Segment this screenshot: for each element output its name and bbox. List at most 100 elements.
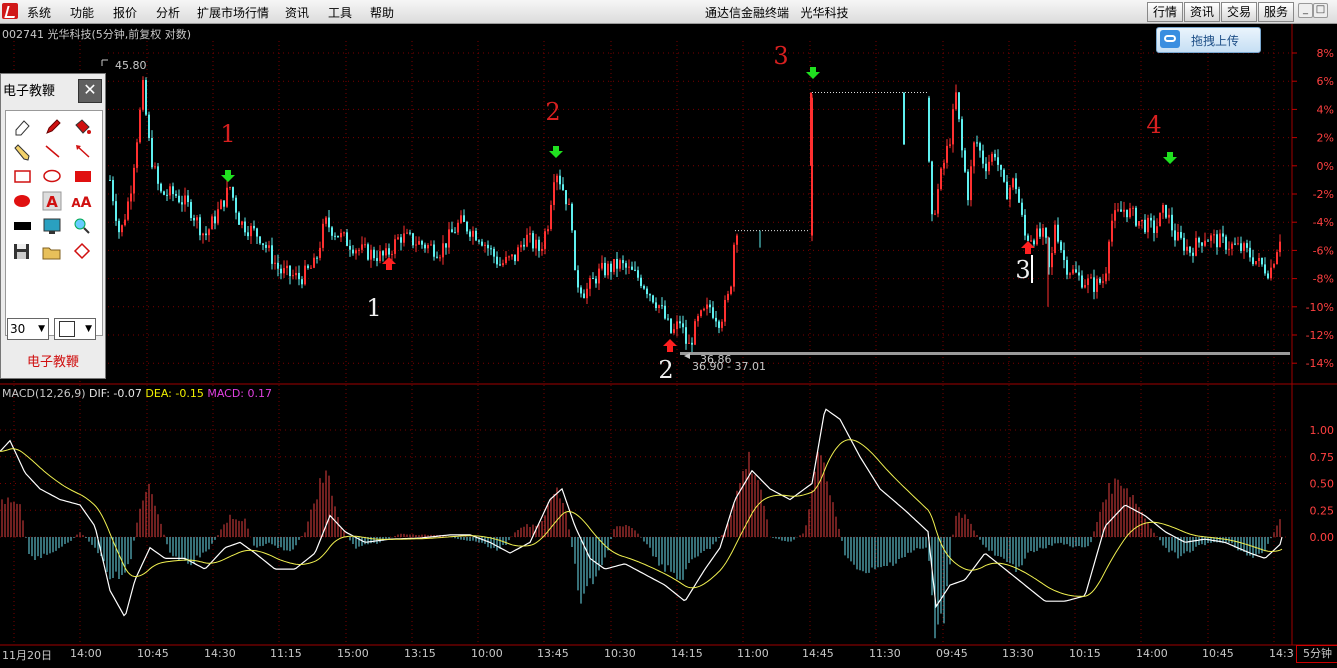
ellipse-fill-icon[interactable] — [10, 190, 34, 212]
macd-axis-label: 0.50 — [1310, 478, 1335, 491]
candle-body — [286, 265, 288, 269]
candle-body — [676, 321, 678, 330]
candle-body — [943, 162, 945, 169]
time-axis-label: 14:15 — [671, 647, 703, 660]
price-axis-label: -10% — [1306, 301, 1334, 314]
candle-body — [1198, 237, 1200, 243]
candle-body — [583, 293, 585, 299]
candle-body — [382, 251, 384, 256]
candle-body — [337, 235, 339, 238]
candle-body — [538, 239, 540, 251]
arrow-icon[interactable] — [70, 140, 94, 162]
candle-body — [1135, 207, 1137, 226]
candle-body — [553, 182, 555, 205]
candle-body — [1087, 278, 1089, 286]
candle-body — [484, 244, 486, 246]
signal-markers: 1 2 3 4 1 2 3 — [220, 42, 1177, 384]
candle-body — [1123, 209, 1125, 212]
candle-body — [997, 157, 999, 165]
rectangle-fill-icon[interactable] — [70, 165, 94, 187]
macd-axis-label: 0.75 — [1310, 451, 1335, 464]
candle-body — [688, 342, 690, 344]
color-block-icon[interactable] — [10, 215, 34, 237]
candle-body — [616, 259, 618, 269]
candle-body — [472, 230, 474, 237]
candle-body — [1129, 208, 1131, 218]
text-icon[interactable]: A — [40, 190, 64, 212]
candle-body — [217, 209, 219, 224]
time-axis-label: 11月20日 — [2, 649, 52, 662]
pen-panel: 电子教鞭 ✕ AAA 30 ▼ ▼ 电子教鞭 — [0, 73, 106, 379]
pencil-icon[interactable] — [10, 140, 34, 162]
candle-body — [520, 244, 522, 248]
candle-body — [1039, 228, 1041, 237]
buy-marker-label: 2 — [658, 356, 673, 384]
candle-body — [991, 153, 993, 162]
candle-body — [238, 212, 240, 225]
time-axis-label: 10:45 — [137, 647, 169, 660]
candle-body — [1162, 204, 1164, 213]
line-icon[interactable] — [40, 140, 64, 162]
sell-marker-label: 1 — [220, 120, 235, 148]
candle-body — [658, 305, 660, 309]
period-selector[interactable]: 5分钟 — [1296, 645, 1337, 663]
candle-body — [508, 256, 510, 258]
candle-body — [1168, 214, 1170, 218]
candle-body — [994, 153, 996, 158]
candle-body — [532, 233, 534, 249]
price-axis-label: 6% — [1317, 75, 1334, 88]
candle-body — [523, 244, 525, 247]
rectangle-outline-icon[interactable] — [10, 165, 34, 187]
candle-body — [232, 187, 234, 198]
time-axis-label: 13:15 — [404, 647, 436, 660]
candle-body — [652, 295, 654, 303]
open-icon[interactable] — [40, 240, 64, 262]
candle-body — [697, 316, 699, 322]
close-icon[interactable]: ✕ — [78, 79, 102, 103]
pen-icon[interactable] — [40, 115, 64, 137]
candle-body — [1072, 269, 1074, 274]
text-size-icon[interactable]: AA — [70, 190, 94, 212]
save-icon[interactable] — [10, 240, 34, 262]
screen-icon[interactable] — [40, 215, 64, 237]
candlestick-series — [101, 59, 1290, 355]
candle-body — [1249, 247, 1251, 258]
candle-body — [307, 265, 309, 269]
buy-marker-label: 1 — [366, 294, 381, 322]
candle-body — [607, 263, 609, 276]
candle-body — [1009, 187, 1011, 200]
candle-body — [982, 150, 984, 164]
chart-canvas[interactable]: 8% 6% 4% 2% 0% -2% -4% -6% -8% -10% -12% -14% 1.00 0… — [0, 0, 1337, 668]
candle-body — [931, 161, 933, 215]
drag-upload-button[interactable]: 拖拽上传 — [1156, 27, 1261, 53]
candle-body — [1270, 267, 1272, 279]
diamond-icon[interactable] — [70, 240, 94, 262]
candle-body — [481, 241, 483, 246]
candle-body — [277, 262, 279, 269]
candle-body — [1105, 273, 1107, 282]
macd-axis-label: 1.00 — [1310, 424, 1335, 437]
candle-body — [1267, 273, 1269, 279]
candle-body — [511, 254, 513, 257]
color-select[interactable]: ▼ — [54, 318, 96, 340]
sell-arrow-icon — [1163, 152, 1177, 164]
candle-body — [1114, 210, 1116, 221]
candle-body — [733, 244, 735, 287]
line-width-select[interactable]: 30 ▼ — [7, 318, 49, 340]
candle-body — [355, 250, 357, 254]
candle-body — [1126, 209, 1128, 218]
candle-body — [1207, 240, 1209, 242]
zoom-icon[interactable] — [70, 215, 94, 237]
candle-body — [691, 342, 693, 345]
candle-body — [535, 239, 537, 249]
candle-body — [1141, 219, 1143, 222]
ellipse-outline-icon[interactable] — [40, 165, 64, 187]
candle-body — [1084, 285, 1086, 288]
candle-body — [1255, 261, 1257, 265]
candle-body — [643, 285, 645, 289]
price-axis-label: -8% — [1313, 273, 1334, 286]
paint-bucket-icon[interactable] — [70, 115, 94, 137]
candle-body — [457, 222, 459, 233]
eraser-icon[interactable] — [10, 115, 34, 137]
candle-body — [1276, 252, 1278, 265]
